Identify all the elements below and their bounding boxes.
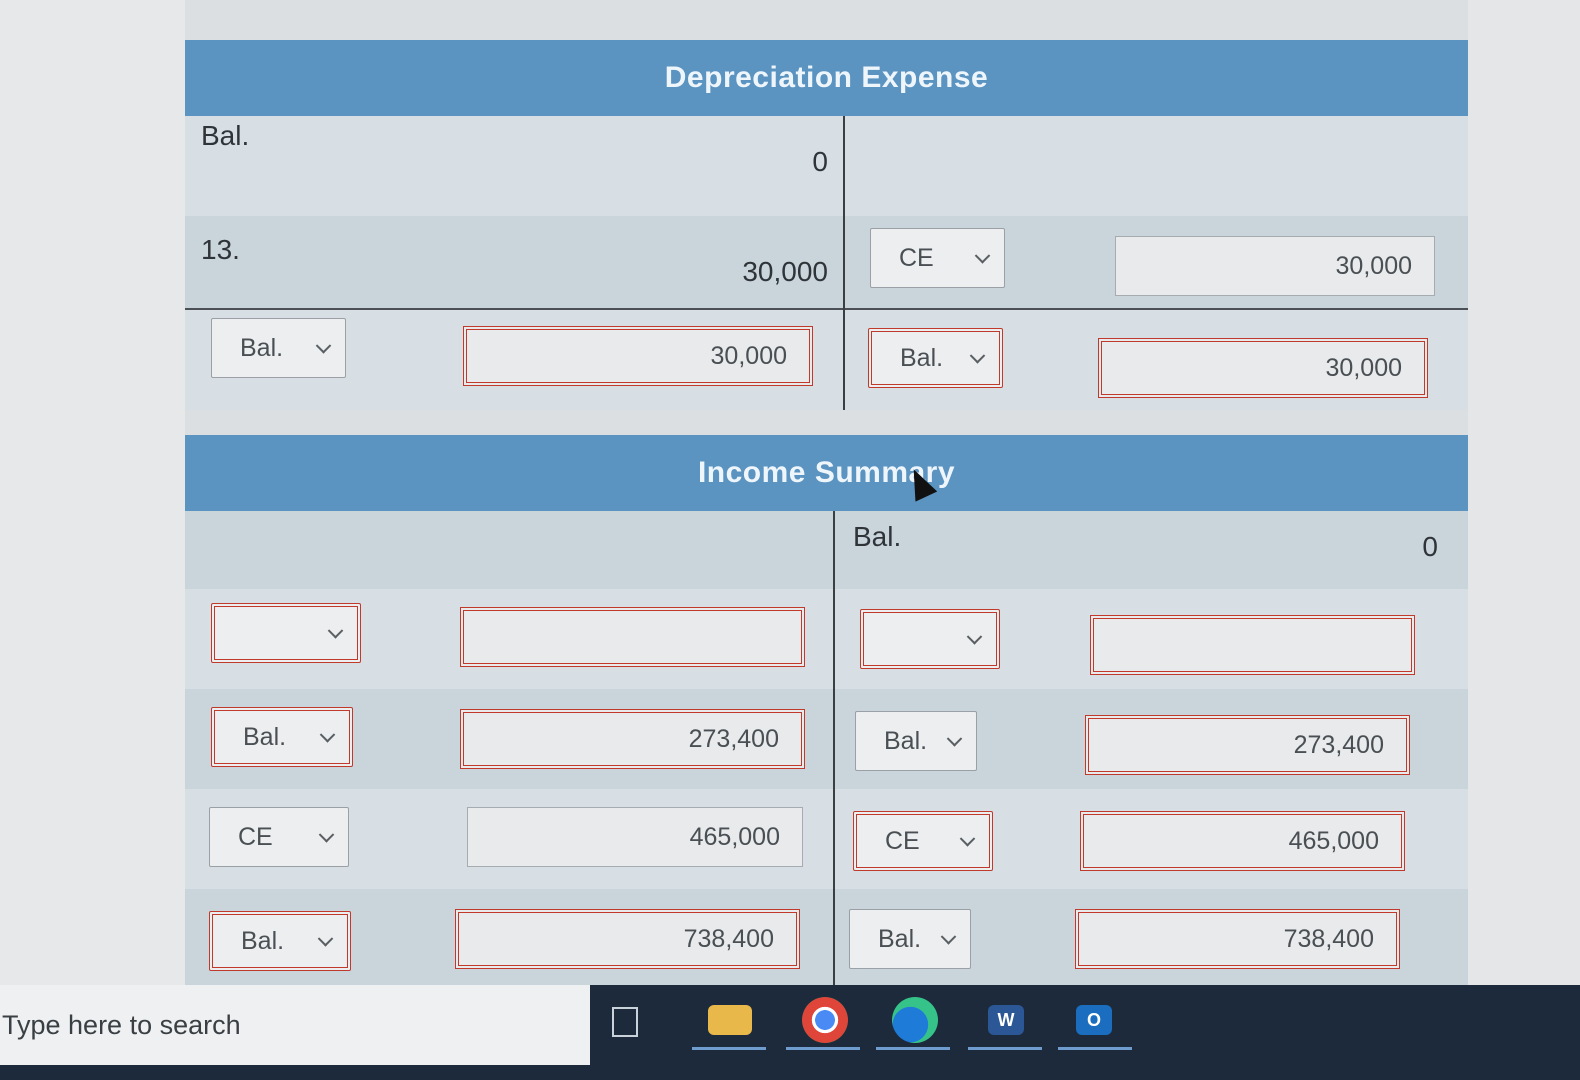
- chevron-down-icon: [946, 731, 963, 747]
- row1-credit-select[interactable]: [860, 609, 1000, 669]
- file-explorer-running-indicator: [692, 1047, 766, 1050]
- chevron-down-icon: [319, 727, 336, 743]
- account-title: Income Summary: [185, 435, 1468, 511]
- t-account-center-line: [843, 116, 845, 410]
- entry-label: 13.: [201, 234, 240, 265]
- balance-row: Bal. 0: [185, 511, 1468, 589]
- chrome-icon[interactable]: [802, 997, 848, 1043]
- windows-taskbar: Type here to search W O: [0, 985, 1580, 1080]
- bal-value: 0: [812, 146, 828, 177]
- row3-debit-input[interactable]: 465,000: [467, 807, 803, 867]
- entry-row-1: [185, 589, 1468, 689]
- chevron-down-icon: [315, 338, 332, 354]
- total-credit-input[interactable]: 30,000: [1098, 338, 1428, 398]
- entry-row-3: CE 465,000 CE 465,000: [185, 789, 1468, 889]
- search-placeholder: Type here to search: [2, 1009, 241, 1040]
- row3-credit-select[interactable]: CE: [853, 811, 993, 871]
- credit-select[interactable]: CE: [870, 228, 1005, 288]
- row2-credit-select[interactable]: Bal.: [855, 711, 977, 771]
- row2-debit-select[interactable]: Bal.: [211, 707, 353, 767]
- row1-debit-input[interactable]: [460, 607, 805, 667]
- income-summary-account: Income Summary Bal. 0 Bal. 273,400 Bal. …: [185, 435, 1468, 985]
- outlook-running-indicator: [1058, 1047, 1132, 1050]
- total-credit-input[interactable]: 738,400: [1075, 909, 1400, 969]
- total-credit-select[interactable]: Bal.: [868, 328, 1003, 388]
- row1-credit-input[interactable]: [1090, 615, 1415, 675]
- chevron-down-icon: [940, 929, 957, 945]
- entry-row-2: Bal. 273,400 Bal. 273,400: [185, 689, 1468, 789]
- chevron-down-icon: [966, 629, 983, 645]
- bal-value: 0: [1422, 531, 1438, 562]
- edge-icon[interactable]: [892, 997, 938, 1043]
- total-row: Bal. 738,400 Bal. 738,400: [185, 889, 1468, 985]
- entry-value: 30,000: [742, 256, 828, 287]
- word-running-indicator: [968, 1047, 1042, 1050]
- total-debit-input[interactable]: 30,000: [463, 326, 813, 386]
- balance-row: Bal. 0: [185, 116, 1468, 216]
- total-debit-select[interactable]: Bal.: [211, 318, 346, 378]
- row3-debit-select[interactable]: CE: [209, 807, 349, 867]
- row2-credit-input[interactable]: 273,400: [1085, 715, 1410, 775]
- total-debit-input[interactable]: 738,400: [455, 909, 800, 969]
- entry-row: 13. 30,000 CE 30,000: [185, 216, 1468, 308]
- total-debit-select[interactable]: Bal.: [209, 911, 351, 971]
- credit-amount-input[interactable]: 30,000: [1115, 236, 1435, 296]
- chrome-running-indicator: [786, 1047, 860, 1050]
- taskbar-search-box[interactable]: Type here to search: [0, 985, 590, 1065]
- chevron-down-icon: [317, 931, 334, 947]
- total-row: Bal. 30,000 Bal. 30,000: [185, 308, 1468, 410]
- word-icon[interactable]: W: [988, 1005, 1024, 1035]
- row1-debit-select[interactable]: [211, 603, 361, 663]
- chevron-down-icon: [974, 248, 991, 264]
- task-view-icon[interactable]: [612, 1007, 638, 1037]
- depreciation-expense-account: Depreciation Expense Bal. 0 13. 30,000 C…: [185, 40, 1468, 410]
- left-margin: [0, 0, 185, 985]
- right-margin: [1468, 0, 1580, 985]
- chevron-down-icon: [318, 827, 335, 843]
- row2-debit-input[interactable]: 273,400: [460, 709, 805, 769]
- row3-credit-input[interactable]: 465,000: [1080, 811, 1405, 871]
- chevron-down-icon: [969, 348, 986, 364]
- total-credit-select[interactable]: Bal.: [849, 909, 971, 969]
- chevron-down-icon: [959, 831, 976, 847]
- bal-label: Bal.: [201, 120, 250, 151]
- edge-running-indicator: [876, 1047, 950, 1050]
- account-title: Depreciation Expense: [185, 40, 1468, 116]
- bal-label: Bal.: [853, 521, 902, 552]
- chevron-down-icon: [327, 623, 344, 639]
- t-account-center-line: [833, 511, 835, 985]
- file-explorer-icon[interactable]: [708, 1005, 752, 1035]
- outlook-icon[interactable]: O: [1076, 1005, 1112, 1035]
